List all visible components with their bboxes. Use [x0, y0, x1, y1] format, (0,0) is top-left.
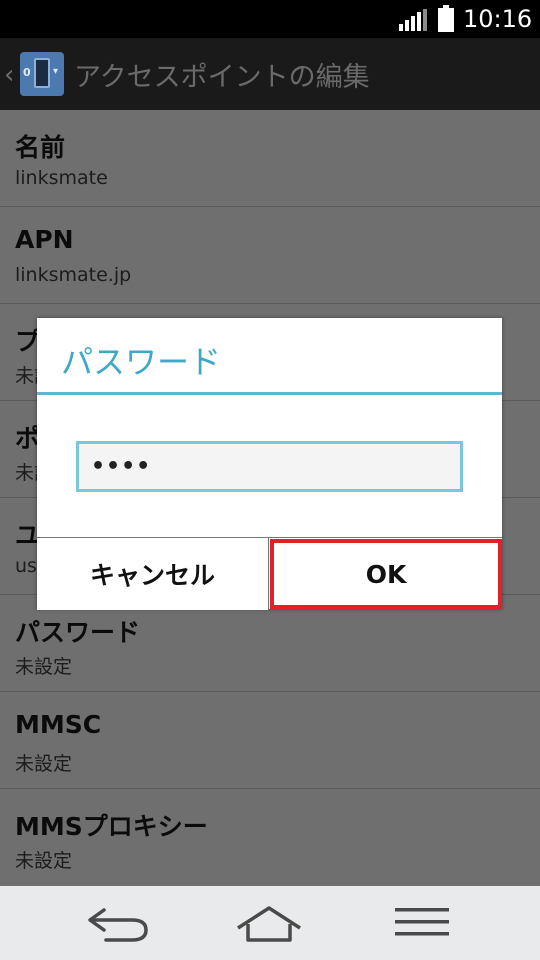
password-dialog: パスワード キャンセル OK — [37, 318, 502, 610]
list-item-value: linksmate — [15, 167, 108, 189]
status-time: 10:16 — [463, 5, 533, 33]
list-item-title: MMSプロキシー — [15, 812, 208, 841]
chevron-left-icon[interactable]: ‹ — [4, 60, 14, 90]
app-icon[interactable]: 0 ▾ — [20, 52, 64, 96]
password-input[interactable] — [76, 441, 463, 492]
list-item-mmsc[interactable]: MMSC 未設定 — [0, 692, 540, 789]
list-item-value: 未設定 — [15, 656, 73, 678]
list-item-value: linksmate.jp — [15, 264, 132, 286]
menu-icon[interactable] — [387, 904, 457, 944]
dialog-button-row: キャンセル OK — [37, 537, 502, 610]
app-icon-left-glyph: 0 — [23, 66, 31, 79]
back-arrow-icon[interactable] — [84, 904, 154, 944]
signal-bars-icon — [399, 9, 427, 31]
ok-button[interactable]: OK — [270, 539, 502, 609]
page-title: アクセスポイントの編集 — [74, 62, 370, 93]
list-item-title: MMSC — [15, 710, 102, 739]
phone-icon — [34, 58, 50, 88]
list-item-value: 未設定 — [15, 850, 73, 872]
cancel-button[interactable]: キャンセル — [37, 538, 269, 610]
app-icon-right-glyph: ▾ — [53, 66, 59, 77]
list-item-name[interactable]: 名前 linksmate — [0, 110, 540, 207]
home-icon[interactable] — [234, 904, 304, 944]
status-bar: 10:16 — [0, 0, 540, 38]
list-item-title: APN — [15, 225, 74, 254]
dialog-title: パスワード — [61, 343, 222, 381]
dialog-divider — [37, 392, 502, 395]
battery-full-icon — [438, 5, 454, 32]
navigation-bar — [0, 886, 540, 960]
list-item-title: パスワード — [15, 618, 141, 647]
list-item-apn[interactable]: APN linksmate.jp — [0, 207, 540, 304]
list-item-title: 名前 — [15, 133, 66, 162]
action-bar: ‹ 0 ▾ アクセスポイントの編集 — [0, 38, 540, 110]
list-item-value: 未設定 — [15, 753, 73, 775]
list-item-mms-proxy[interactable]: MMSプロキシー 未設定 — [0, 789, 540, 886]
